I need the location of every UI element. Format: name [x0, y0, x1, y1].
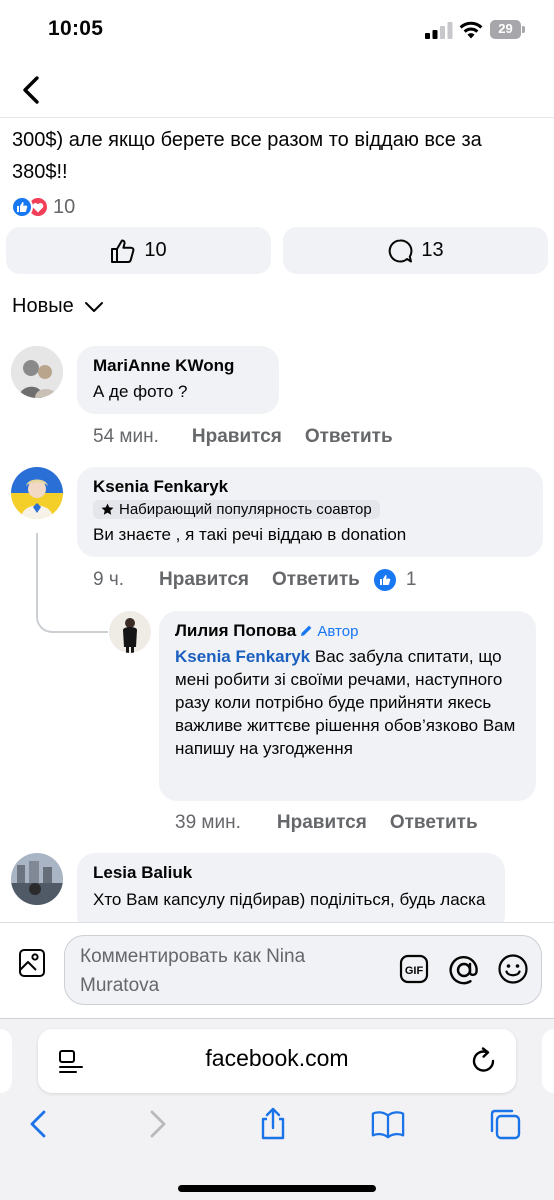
comment-button[interactable]: 13 [283, 227, 548, 274]
comment-like-number: 1 [405, 569, 417, 590]
wifi-icon [459, 21, 483, 39]
previous-tab-card[interactable] [0, 1029, 12, 1093]
user-photo-icon [11, 467, 63, 519]
comment-text: А де фото ? [93, 382, 188, 401]
back-arrow-icon[interactable] [18, 74, 46, 106]
comment-reply-button[interactable]: Ответить [390, 812, 478, 834]
comment-author[interactable]: Лилия Попова [175, 621, 296, 641]
comment-like-button[interactable]: Нравится [277, 812, 367, 834]
reaction-count: 10 [53, 195, 76, 218]
comment-sort-dropdown[interactable]: Новые [12, 295, 104, 318]
nav-header [0, 60, 554, 118]
share-icon[interactable] [256, 1107, 290, 1141]
like-reaction-icon [373, 569, 396, 591]
like-button[interactable]: 10 [6, 227, 271, 274]
comment-meta: 54 мин. Нравится Ответить [93, 426, 393, 448]
user-photo-icon [109, 611, 151, 653]
comment-author[interactable]: MariAnne KWong [93, 356, 263, 376]
comment-like-button[interactable]: Нравится [159, 569, 249, 591]
comment-like-button[interactable]: Нравится [192, 426, 282, 448]
comment-like-count[interactable]: 1 [373, 569, 417, 591]
reactions-summary[interactable]: 10 [11, 194, 75, 220]
star-icon [101, 503, 114, 515]
emoji-icon[interactable] [497, 953, 529, 985]
avatar[interactable] [11, 346, 63, 398]
avatar[interactable] [11, 853, 63, 905]
comment-text: Ви знаєте , я такі речі віддаю в donatio… [93, 525, 407, 544]
bookmarks-icon[interactable] [371, 1107, 405, 1141]
url-text: facebook.com [205, 1045, 349, 1071]
next-tab-card[interactable] [542, 1029, 554, 1093]
comment-time: 9 ч. [93, 569, 125, 590]
comment-time: 39 мин. [175, 812, 241, 833]
post-text: 300$) але якщо берете все разом то відда… [12, 129, 482, 183]
photo-icon[interactable] [18, 947, 46, 979]
thumbs-up-icon [111, 239, 135, 263]
cellular-signal-icon [425, 22, 453, 39]
browser-back-icon[interactable] [22, 1107, 56, 1141]
comment-bubble: MariAnne KWong А де фото ? [77, 346, 279, 414]
comment-bubble-icon [389, 238, 413, 262]
author-tag: Автор [300, 623, 358, 640]
comment-composer: Комментировать как Nina Muratova GIF [0, 922, 554, 1018]
comment-text-block: Ksenia Fenkaryk Вас забула спитати, що м… [175, 645, 520, 760]
pencil-icon [301, 625, 312, 636]
comment-meta: 9 ч. Нравится Ответить 1 [93, 569, 416, 591]
comment-text: Хто Вам капсулу підбирав) поділіться, бу… [93, 890, 486, 909]
comment-reply-button[interactable]: Ответить [305, 426, 393, 448]
mention-link[interactable]: Ksenia Fenkaryk [175, 647, 310, 666]
address-bar[interactable]: facebook.com [38, 1029, 516, 1093]
comment-input[interactable]: Комментировать как Nina Muratova GIF [64, 935, 542, 1005]
home-indicator [178, 1185, 376, 1192]
browser-toolbar: facebook.com [0, 1018, 554, 1200]
status-time: 10:05 [48, 17, 104, 40]
chevron-down-icon [84, 301, 103, 312]
status-bar: 10:05 29 [0, 0, 554, 60]
battery-indicator: 29 [490, 20, 526, 39]
comment-count: 13 [421, 239, 444, 261]
mention-at-icon[interactable] [447, 953, 481, 987]
svg-text:GIF: GIF [405, 965, 424, 977]
like-reaction-icon [11, 196, 33, 218]
sort-label: Новые [12, 295, 74, 317]
avatar[interactable] [109, 611, 151, 653]
browser-forward-icon[interactable] [140, 1107, 174, 1141]
comment-time: 54 мин. [93, 426, 159, 447]
comment-bubble: Ksenia Fenkaryk Набирающий популярность … [77, 467, 543, 557]
badge-label: Набирающий популярность соавтор [119, 501, 372, 518]
comment-reply-button[interactable]: Ответить [272, 569, 360, 591]
gif-icon[interactable]: GIF [399, 954, 429, 984]
like-count: 10 [144, 239, 167, 261]
comment-bubble: Лилия Попова Автор Ksenia Fenkaryk Вас з… [159, 611, 536, 801]
reload-icon[interactable] [470, 1047, 498, 1075]
comment-input-placeholder: Комментировать как Nina Muratova [80, 946, 306, 996]
comment-bubble: Lesia Baliuk Хто Вам капсулу підбирав) п… [77, 853, 505, 933]
contributor-badge: Набирающий популярность соавтор [93, 500, 380, 519]
author-tag-label: Автор [317, 622, 359, 640]
comment-author[interactable]: Ksenia Fenkaryk [93, 477, 527, 497]
comment-author[interactable]: Lesia Baliuk [93, 863, 489, 883]
user-photo-icon [11, 346, 63, 398]
avatar[interactable] [11, 467, 63, 519]
user-photo-icon [11, 853, 63, 905]
comment-meta: 39 мин. Нравится Ответить [175, 812, 478, 834]
battery-level: 29 [498, 21, 513, 36]
tabs-icon[interactable] [488, 1107, 522, 1141]
